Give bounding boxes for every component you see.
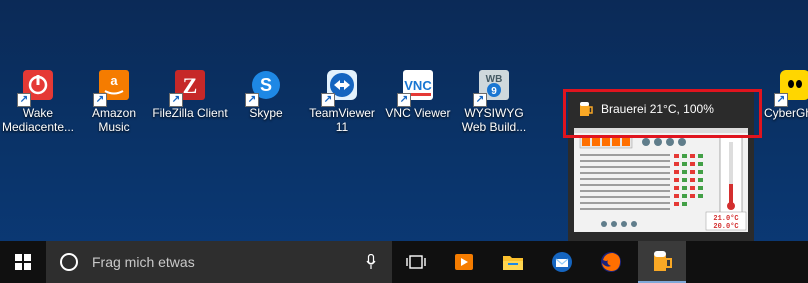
desktop-icon-amazon-music[interactable]: a ↗ Amazon Music	[76, 68, 152, 134]
preview-thumbnail[interactable]: 21.0°C 20.0°C	[574, 128, 748, 232]
search-box[interactable]: Frag mich etwas	[46, 241, 392, 283]
svg-text:9: 9	[491, 86, 497, 97]
desktop-icon-label: CyberGh	[764, 106, 808, 120]
teamviewer-icon: ↗	[321, 68, 359, 107]
desktop-icon-wake[interactable]: ↗ Wake Mediacente...	[0, 68, 76, 134]
thunderbird-icon	[552, 252, 572, 272]
svg-text:S: S	[260, 75, 272, 95]
start-icon	[15, 254, 31, 270]
desktop-icon-label: FileZilla Client	[152, 106, 228, 120]
brauerei-icon	[654, 251, 672, 271]
taskbar: Frag mich etwas	[0, 241, 808, 283]
thumbnail-temp-1: 21.0°C	[713, 214, 738, 223]
thunderbird-button[interactable]	[541, 241, 583, 283]
desktop-icon-cyberghost[interactable]: ↗ CyberGh	[758, 68, 808, 120]
media-player-icon	[455, 254, 473, 270]
wake-icon: ↗	[17, 68, 55, 107]
skype-icon: S ↗	[245, 68, 283, 107]
file-explorer-button[interactable]	[492, 241, 534, 283]
cyberghost-icon: ↗	[774, 68, 808, 107]
shortcut-arrow-icon: ↗	[397, 93, 411, 107]
wysiwyg-web-builder-icon: WB 9 ↗	[473, 68, 511, 107]
shortcut-arrow-icon: ↗	[17, 93, 31, 107]
task-view-button[interactable]	[395, 241, 437, 283]
desktop-icon-label: Amazon Music	[91, 106, 137, 134]
thumbnail-temp-2: 20.0°C	[713, 222, 738, 231]
desktop-icon-label: VNC Viewer	[385, 106, 451, 120]
shortcut-arrow-icon: ↗	[774, 93, 788, 107]
svg-text:VNC: VNC	[404, 78, 432, 93]
desktop-icon-vnc-viewer[interactable]: VNC ↗ VNC Viewer	[380, 68, 456, 120]
amazon-music-icon: a ↗	[93, 68, 131, 107]
svg-text:Z: Z	[183, 73, 198, 98]
brauerei-window-thumbnail: 21.0°C 20.0°C	[574, 128, 748, 232]
desktop-icon-filezilla[interactable]: Z ↗ FileZilla Client	[152, 68, 228, 120]
svg-text:a: a	[110, 73, 118, 88]
shortcut-arrow-icon: ↗	[169, 93, 183, 107]
brauerei-taskbar-button[interactable]	[638, 241, 686, 283]
desktop-icon-label: WYSIWYG Web Build...	[461, 106, 527, 134]
shortcut-arrow-icon: ↗	[473, 93, 487, 107]
desktop: ↗ Wake Mediacente... a ↗ Amazon Music Z …	[0, 0, 808, 241]
shortcut-arrow-icon: ↗	[245, 93, 259, 107]
desktop-icon-label: Wake Mediacente...	[1, 106, 75, 134]
desktop-icon-label: TeamViewer 11	[309, 106, 375, 134]
filezilla-icon: Z ↗	[169, 68, 207, 107]
microphone-icon[interactable]	[366, 254, 376, 270]
highlight-annotation-box	[563, 89, 762, 138]
media-player-button[interactable]	[443, 241, 485, 283]
firefox-icon	[601, 252, 621, 272]
file-explorer-icon	[503, 256, 523, 270]
desktop-icon-teamviewer[interactable]: ↗ TeamViewer 11	[304, 68, 380, 134]
start-button[interactable]	[0, 241, 46, 283]
shortcut-arrow-icon: ↗	[321, 93, 335, 107]
desktop-icon-skype[interactable]: S ↗ Skype	[228, 68, 304, 120]
task-view-icon	[406, 255, 426, 269]
desktop-icon-label: Skype	[249, 106, 283, 120]
desktop-icon-wysiwyg[interactable]: WB 9 ↗ WYSIWYG Web Build...	[456, 68, 532, 134]
firefox-button[interactable]	[590, 241, 632, 283]
shortcut-arrow-icon: ↗	[93, 93, 107, 107]
cortana-icon	[60, 253, 78, 271]
vnc-viewer-icon: VNC ↗	[397, 68, 435, 107]
search-input[interactable]: Frag mich etwas	[92, 254, 366, 270]
